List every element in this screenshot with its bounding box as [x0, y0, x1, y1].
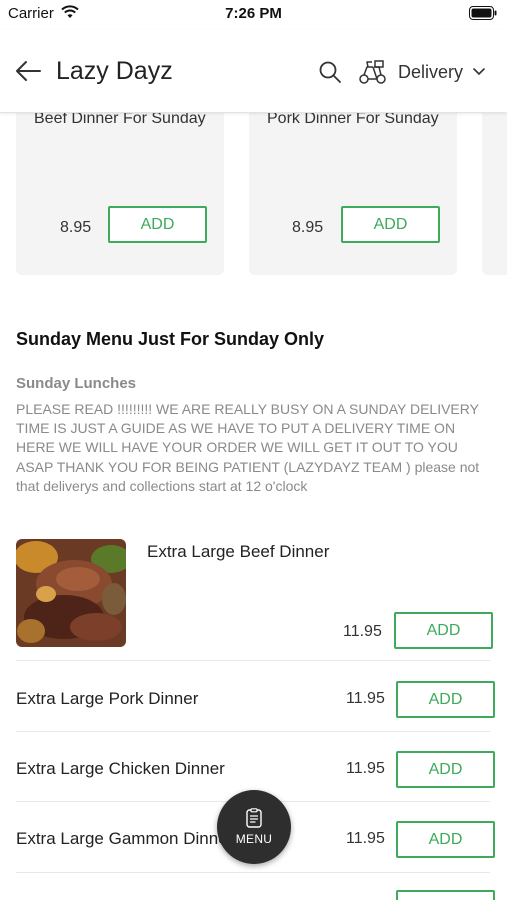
add-button[interactable]: ADD: [394, 612, 493, 649]
status-time: 7:26 PM: [225, 5, 282, 22]
menu-button[interactable]: MENU: [217, 790, 291, 864]
add-button[interactable]: ADD: [396, 751, 495, 788]
arrow-left-icon: [16, 61, 41, 81]
restaurant-title: Lazy Dayz: [56, 57, 173, 85]
add-button[interactable]: ADD: [341, 206, 440, 243]
menu-item[interactable]: Extra Large Chicken Dinner 11.95 ADD: [16, 749, 495, 789]
card-item-name: Pork Dinner For Sunday: [267, 113, 439, 127]
menu-item-price: 11.95: [346, 760, 385, 777]
menu-item-name: Extra Large Beef Dinner: [147, 542, 330, 561]
chevron-down-icon: [473, 68, 485, 76]
featured-card[interactable]: Beef Dinner For Sunday 8.95 ADD: [16, 113, 224, 275]
menu-content[interactable]: Beef Dinner For Sunday 8.95 ADD Pork Din…: [0, 113, 507, 900]
menu-item-with-image[interactable]: Extra Large Beef Dinner 11.95 ADD: [16, 539, 494, 661]
section-title: Sunday Menu Just For Sunday Only: [16, 329, 325, 349]
add-button-partial[interactable]: [396, 890, 495, 900]
menu-item-price: 11.95: [346, 690, 385, 707]
menu-item-name: Extra Large Pork Dinner: [16, 689, 199, 708]
search-icon: [319, 61, 341, 83]
add-button[interactable]: ADD: [396, 821, 495, 858]
search-button[interactable]: [318, 60, 342, 84]
food-photo: [16, 539, 126, 647]
scooter-icon: [359, 60, 386, 84]
status-bar: Carrier 7:26 PM: [0, 0, 507, 30]
back-button[interactable]: [12, 55, 44, 87]
divider: [16, 872, 490, 873]
menu-item-name: Extra Large Gammon Dinner: [16, 829, 234, 848]
featured-card[interactable]: Pork Dinner For Sunday 8.95 ADD: [249, 113, 457, 275]
featured-card-partial[interactable]: [482, 113, 507, 275]
nav-bar: Lazy Dayz Delivery: [0, 30, 507, 113]
subsection-title: Sunday Lunches: [16, 375, 137, 392]
menu-item-price: 11.95: [346, 830, 385, 847]
card-item-price: 8.95: [292, 219, 324, 236]
card-item-price: 8.95: [60, 219, 92, 236]
card-item-name: Beef Dinner For Sunday: [34, 113, 206, 127]
battery-icon: [469, 6, 497, 25]
menu-button-label: MENU: [235, 832, 273, 846]
add-button[interactable]: ADD: [396, 681, 495, 718]
divider: [16, 660, 490, 661]
add-button[interactable]: ADD: [108, 206, 207, 243]
menu-clipboard-icon: [246, 808, 262, 828]
menu-item[interactable]: Extra Large Pork Dinner 11.95 ADD: [16, 679, 495, 719]
delivery-mode-selector[interactable]: Delivery: [358, 58, 485, 86]
section-description: PLEASE READ !!!!!!!!! WE ARE REALLY BUSY…: [16, 401, 480, 494]
delivery-label: Delivery: [398, 61, 464, 82]
menu-item-price: 11.95: [343, 623, 382, 640]
menu-item-name: Extra Large Chicken Dinner: [16, 759, 225, 778]
divider: [16, 731, 490, 732]
